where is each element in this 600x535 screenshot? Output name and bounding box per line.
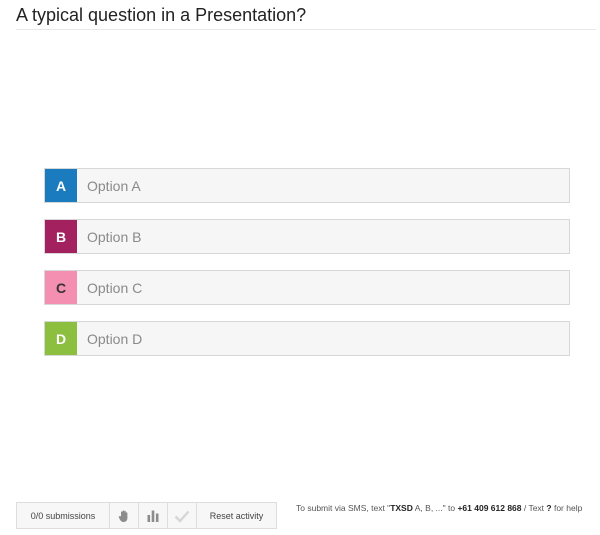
option-a-label: Option A	[87, 177, 141, 194]
bar-chart-icon	[147, 510, 159, 522]
option-b-letter: B	[45, 220, 77, 253]
title-divider	[16, 29, 596, 30]
reset-activity-button[interactable]: Reset activity	[196, 502, 277, 529]
sms-code: TXSD	[390, 503, 413, 513]
option-d[interactable]: D Option D	[44, 321, 570, 356]
option-c-letter: C	[45, 271, 77, 304]
sms-prefix: To submit via SMS, text "	[296, 503, 391, 513]
submissions-count: 0/0 submissions	[16, 502, 109, 529]
presentation-question-page: A typical question in a Presentation? A …	[0, 0, 600, 535]
option-c[interactable]: C Option C	[44, 270, 570, 305]
option-a-letter: A	[45, 169, 77, 202]
hand-icon	[118, 509, 128, 522]
activity-toolbar: 0/0 submissions Reset activity	[16, 502, 277, 529]
option-d-label: Option D	[87, 330, 143, 347]
option-d-letter: D	[45, 322, 77, 355]
options-list: A Option A B Option B C Option C D Optio…	[44, 168, 570, 372]
option-b[interactable]: B Option B	[44, 219, 570, 254]
option-b-label: Option B	[87, 228, 142, 245]
checkmark-icon	[174, 510, 190, 523]
sms-slash: / Text	[521, 503, 547, 513]
sms-suffix: for help	[551, 503, 583, 513]
mark-correct-button[interactable]	[167, 502, 196, 529]
raise-hand-button[interactable]	[109, 502, 138, 529]
sms-help-text: To submit via SMS, text "TXSD A, B, ..."…	[296, 503, 586, 514]
results-button[interactable]	[138, 502, 167, 529]
option-c-label: Option C	[87, 279, 143, 296]
sms-number: +61 409 612 868	[457, 503, 522, 513]
sms-mid: A, B, ..." to	[412, 503, 458, 513]
option-a[interactable]: A Option A	[44, 168, 570, 203]
question-title: A typical question in a Presentation?	[16, 5, 307, 25]
